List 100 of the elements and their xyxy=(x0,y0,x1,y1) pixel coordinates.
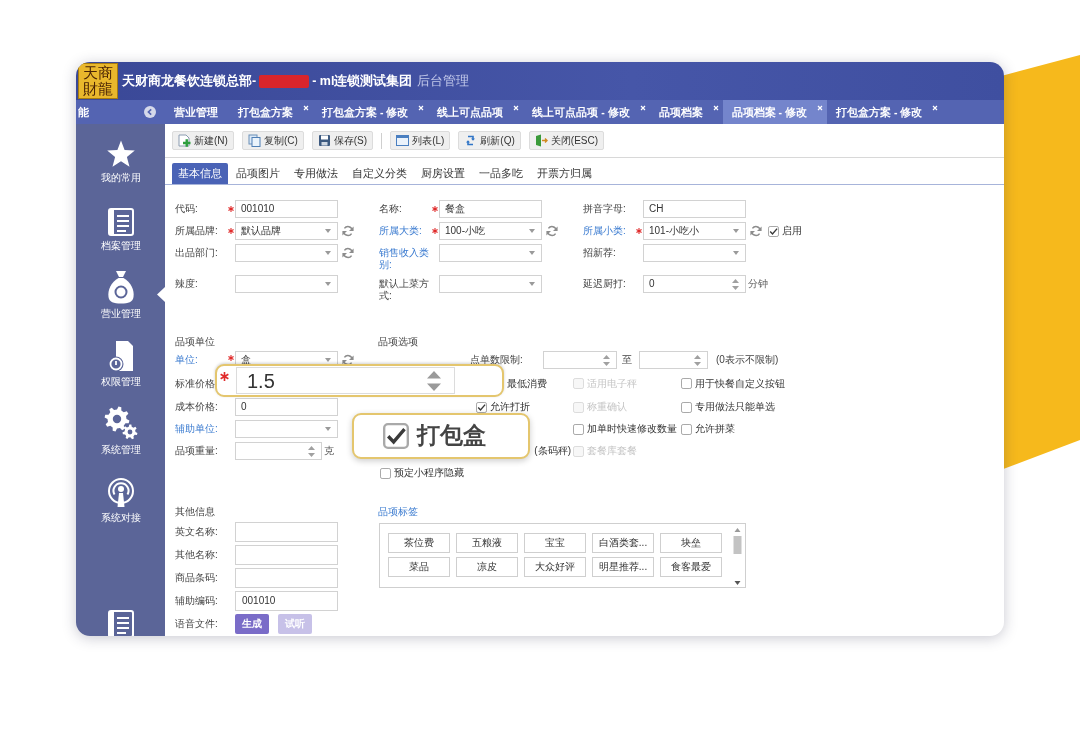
select-field[interactable] xyxy=(439,244,542,262)
close-icon[interactable] xyxy=(712,105,719,111)
text-field[interactable] xyxy=(235,545,338,565)
broadcast-icon xyxy=(106,478,135,508)
tag-button[interactable]: 白酒类套... xyxy=(592,533,654,553)
toolbar-button[interactable]: 新建(N) xyxy=(172,131,234,150)
field-label: 商品条码: xyxy=(175,572,219,584)
tag-button[interactable]: 茶位费 xyxy=(388,533,450,553)
tab[interactable]: 打包盒方案 - 修改 xyxy=(313,100,429,124)
select-field[interactable]: 100-小吃 xyxy=(439,222,542,240)
form-tab[interactable]: 厨房设置 xyxy=(415,163,471,184)
caret-icon xyxy=(529,282,535,286)
form-tab[interactable]: 开票方归属 xyxy=(531,163,598,184)
tag-button[interactable]: 凉皮 xyxy=(456,557,518,577)
checkbox[interactable] xyxy=(681,423,692,435)
refresh-icon[interactable] xyxy=(546,225,558,237)
field-label[interactable]: 所属大类: xyxy=(379,222,432,237)
refresh-icon[interactable] xyxy=(342,225,354,237)
form-tab[interactable]: 品项图片 xyxy=(230,163,286,184)
tag-button[interactable]: 宝宝 xyxy=(524,533,586,553)
tab[interactable]: 线上可点品项 - 修改 xyxy=(523,100,650,124)
tab[interactable]: 线上可点品项 xyxy=(428,100,524,124)
field-label[interactable]: 单位: xyxy=(175,354,228,366)
sidebar-item[interactable]: 系统对接 xyxy=(76,472,165,540)
number-field[interactable] xyxy=(639,351,708,369)
select-field[interactable] xyxy=(235,275,338,293)
close-icon[interactable] xyxy=(639,105,646,111)
scrollbar[interactable] xyxy=(732,526,743,587)
spinner-icon[interactable] xyxy=(603,354,610,366)
text-field[interactable]: 餐盒 xyxy=(439,200,542,218)
close-icon[interactable] xyxy=(303,105,309,111)
sidebar-item[interactable]: 我的常用 xyxy=(76,132,165,200)
toolbar-button[interactable]: 关闭(ESC) xyxy=(528,131,605,150)
checkbox[interactable] xyxy=(383,423,409,449)
form-tab[interactable]: 自定义分类 xyxy=(346,163,413,184)
checkbox[interactable] xyxy=(681,401,692,413)
number-field[interactable]: 1.5 xyxy=(236,367,455,394)
close-icon[interactable] xyxy=(418,105,425,111)
tab[interactable]: 营业管理 xyxy=(165,100,229,124)
number-field[interactable] xyxy=(235,442,322,460)
chevron-left-icon[interactable] xyxy=(144,106,156,118)
number-field[interactable]: 0 xyxy=(643,275,746,293)
toolbar-button[interactable]: 刷新(Q) xyxy=(458,131,521,150)
close-icon[interactable] xyxy=(817,105,824,111)
checkbox[interactable] xyxy=(380,467,391,479)
toolbar-button[interactable]: 保存(S) xyxy=(311,131,374,150)
tab[interactable]: 品项档案 xyxy=(649,100,723,124)
refresh-icon[interactable] xyxy=(342,247,354,259)
text-field[interactable]: 001010 xyxy=(235,591,338,611)
tab[interactable]: 品项档案 - 修改 xyxy=(722,100,828,124)
checkbox[interactable] xyxy=(573,423,584,435)
tag-button[interactable]: 食客最爱 xyxy=(660,557,722,577)
tab[interactable]: 打包盒方案 - 修改 xyxy=(827,100,943,124)
tag-button[interactable]: 菜品 xyxy=(388,557,450,577)
tag-button[interactable]: 五粮液 xyxy=(456,533,518,553)
form-tab[interactable]: 专用做法 xyxy=(288,163,344,184)
form-tab[interactable]: 基本信息 xyxy=(172,163,228,184)
select-field[interactable] xyxy=(439,275,542,293)
checkbox[interactable] xyxy=(768,226,779,237)
spinner-icon[interactable] xyxy=(427,370,441,391)
sidebar-item[interactable]: 档案管理 xyxy=(76,200,165,268)
section-title: 品项单位 xyxy=(175,335,216,349)
text-field[interactable]: 001010 xyxy=(235,200,338,218)
tag-button[interactable]: 明星推荐... xyxy=(592,557,654,577)
sidebar-item[interactable]: 权限管理 xyxy=(76,336,165,404)
checkbox[interactable] xyxy=(476,401,487,413)
spinner-icon[interactable] xyxy=(308,445,315,457)
menu-label[interactable]: 能 xyxy=(78,105,89,119)
spinner-icon[interactable] xyxy=(732,278,739,290)
text-field[interactable] xyxy=(235,522,338,542)
field-label[interactable]: 销售收入类别: xyxy=(379,244,432,271)
field-label[interactable]: 辅助单位: xyxy=(175,423,228,435)
select-field[interactable]: 默认品牌 xyxy=(235,222,338,240)
checkbox[interactable] xyxy=(681,378,692,389)
tag-button[interactable]: 大众好评 xyxy=(524,557,586,577)
field-label[interactable]: 所属小类: xyxy=(583,222,636,237)
toolbar-button[interactable]: 复制(C) xyxy=(241,131,304,150)
text-field[interactable]: 0 xyxy=(235,398,338,416)
number-field[interactable] xyxy=(543,351,617,369)
spinner-icon[interactable] xyxy=(694,354,701,366)
select-field[interactable] xyxy=(235,420,338,438)
refresh-icon[interactable] xyxy=(750,225,762,237)
tag-button[interactable]: 块垒 xyxy=(660,533,722,553)
text-field[interactable] xyxy=(235,568,338,588)
voice-button[interactable]: 生成 xyxy=(235,614,269,634)
caret-icon xyxy=(325,229,331,233)
section-title: 品项标签 xyxy=(378,505,419,519)
text-field[interactable]: CH xyxy=(643,200,746,218)
select-field[interactable]: 101-小吃小 xyxy=(643,222,746,240)
field-label: 所属品牌: xyxy=(175,224,219,237)
toolbar-button[interactable]: 列表(L) xyxy=(390,131,451,150)
sidebar-item[interactable]: 营业管理 xyxy=(76,268,165,336)
tab[interactable]: 打包盒方案 xyxy=(229,100,313,124)
close-icon[interactable] xyxy=(513,105,520,111)
field-label: 默认上菜方式: xyxy=(379,277,430,302)
form-tab[interactable]: 一品多吃 xyxy=(473,163,529,184)
sidebar-item[interactable]: 系统管理 xyxy=(76,404,165,472)
close-icon[interactable] xyxy=(932,105,939,111)
select-field[interactable] xyxy=(235,244,338,262)
select-field[interactable] xyxy=(643,244,746,262)
